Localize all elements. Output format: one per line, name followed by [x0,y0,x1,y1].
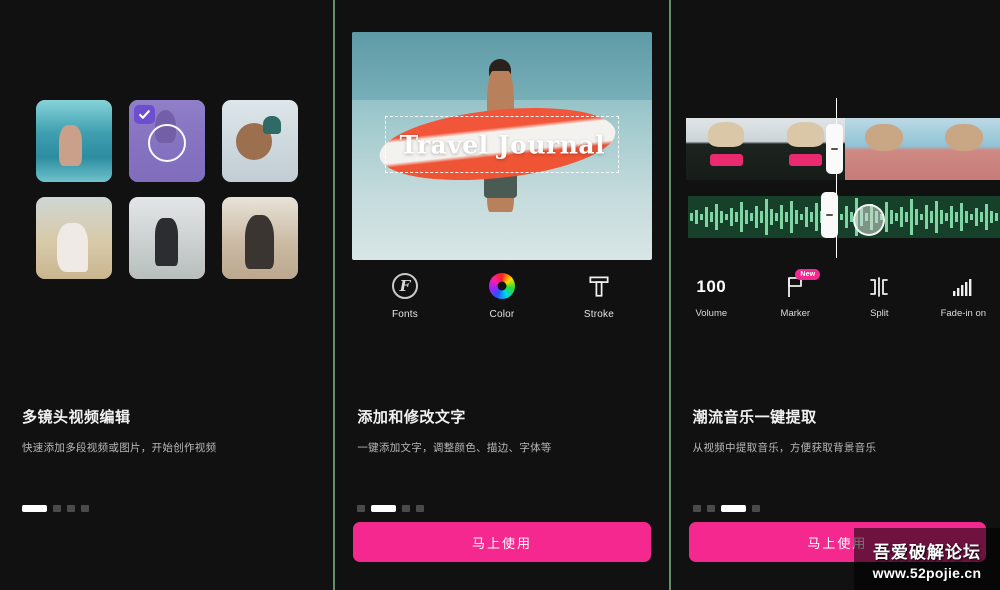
overlay-text: Travel Journal [399,130,606,160]
use-now-button[interactable]: 马上使用 [353,522,651,562]
stroke-t-icon [586,272,612,300]
onboarding-screens: 多镜头视频编辑 快速添加多段视频或图片，开始创作视频 Travel Journa… [0,0,1000,590]
panel-add-edit-text: Travel Journal F Fonts Color Stroke 添加和修… [335,0,669,590]
tool-marker[interactable]: New Marker [764,269,826,319]
dot-2[interactable] [53,505,61,512]
text-toolbar: F Fonts Color Stroke [335,272,668,320]
page-title: 添加和修改文字 [357,409,466,426]
panel-multi-clip-edit: 多镜头视频编辑 快速添加多段视频或图片，开始创作视频 [0,0,334,590]
page-subtitle: 一键添加文字，调整颜色、描边、字体等 [357,442,552,454]
tool-volume[interactable]: 100 Volume [680,272,742,319]
page-subtitle: 快速添加多段视频或图片，开始创作视频 [22,442,217,454]
media-thumb-6[interactable] [222,197,298,279]
dot-1[interactable] [357,505,366,512]
media-thumb-2-selected[interactable] [129,100,205,182]
tool-color[interactable]: Color [471,272,533,320]
video-filmstrip[interactable] [685,118,1000,180]
loading-ring-icon [148,123,186,162]
filmstrip-frame [924,118,1000,180]
panel-2-copy: 添加和修改文字 一键添加文字，调整颜色、描边、字体等 [357,409,646,456]
filmstrip-frame [844,118,925,180]
tool-label-volume: Volume [695,308,728,319]
pagination-dots[interactable] [22,505,89,512]
backpacker-thumb [129,197,205,279]
dot-3[interactable] [720,505,746,512]
audio-waveform[interactable] [687,196,1000,238]
trim-handle-audio[interactable] [820,192,838,238]
use-now-button[interactable]: 马上使用 [688,522,986,562]
page-subtitle: 从视频中提取音乐，方便获取背景音乐 [692,442,877,454]
audio-knob-icon[interactable] [852,204,885,236]
color-wheel-icon [488,272,515,300]
beach-woman-thumb [36,100,112,182]
guitar-person-thumb [222,100,298,182]
dot-4[interactable] [81,505,89,512]
tool-label-fade-in: Fade-in on [940,308,987,319]
dot-2[interactable] [371,505,397,512]
dot-1[interactable] [22,505,47,512]
desert-dress-thumb [36,197,112,279]
media-thumb-5[interactable] [129,197,205,279]
dot-4[interactable] [416,505,425,512]
panel-3-copy: 潮流音乐一键提取 从视频中提取音乐，方便获取背景音乐 [693,409,982,456]
pagination-dots[interactable] [357,505,425,512]
check-icon [134,105,155,124]
timeline-toolbar: 100 Volume New Marker Split Fade-in on [671,269,1000,319]
tool-label-color: Color [489,309,515,320]
fonts-glyph: F [391,273,418,299]
panel-extract-music: 100 Volume New Marker Split Fade-in on 潮… [670,0,1000,590]
dot-3[interactable] [402,505,411,512]
tool-label-stroke: Stroke [583,309,615,320]
trim-handle-video[interactable] [825,124,843,174]
pagination-dots[interactable] [692,505,760,512]
dot-1[interactable] [692,505,701,512]
media-thumb-3[interactable] [222,100,298,182]
split-icon [868,272,890,302]
tool-fonts[interactable]: F Fonts [374,272,436,320]
tool-fade-in[interactable]: Fade-in on [932,272,994,319]
panel-1-copy: 多镜头视频编辑 快速添加多段视频或图片，开始创作视频 [22,409,311,456]
media-thumb-1[interactable] [36,100,112,182]
media-thumb-4[interactable] [36,197,112,279]
field-woman-thumb [222,197,298,279]
fade-in-icon [952,272,974,302]
page-title: 多镜头视频编辑 [22,409,131,426]
dot-2[interactable] [706,505,715,512]
fonts-icon: F [391,272,418,300]
tool-label-fonts: Fonts [391,309,418,320]
video-timeline[interactable] [671,0,1000,260]
tool-stroke[interactable]: Stroke [568,272,630,320]
filmstrip-frame [685,118,766,180]
page-title: 潮流音乐一键提取 [692,409,817,426]
tool-split[interactable]: Split [848,272,910,319]
media-grid [36,100,298,279]
tool-label-marker: Marker [780,308,811,319]
text-editor-preview[interactable]: Travel Journal [352,32,653,260]
text-selection-box[interactable]: Travel Journal [385,116,620,174]
dot-3[interactable] [67,505,75,512]
new-badge: New [795,269,821,280]
dot-4[interactable] [751,505,760,512]
tool-label-split: Split [870,308,889,319]
volume-icon: 100 [696,277,727,296]
